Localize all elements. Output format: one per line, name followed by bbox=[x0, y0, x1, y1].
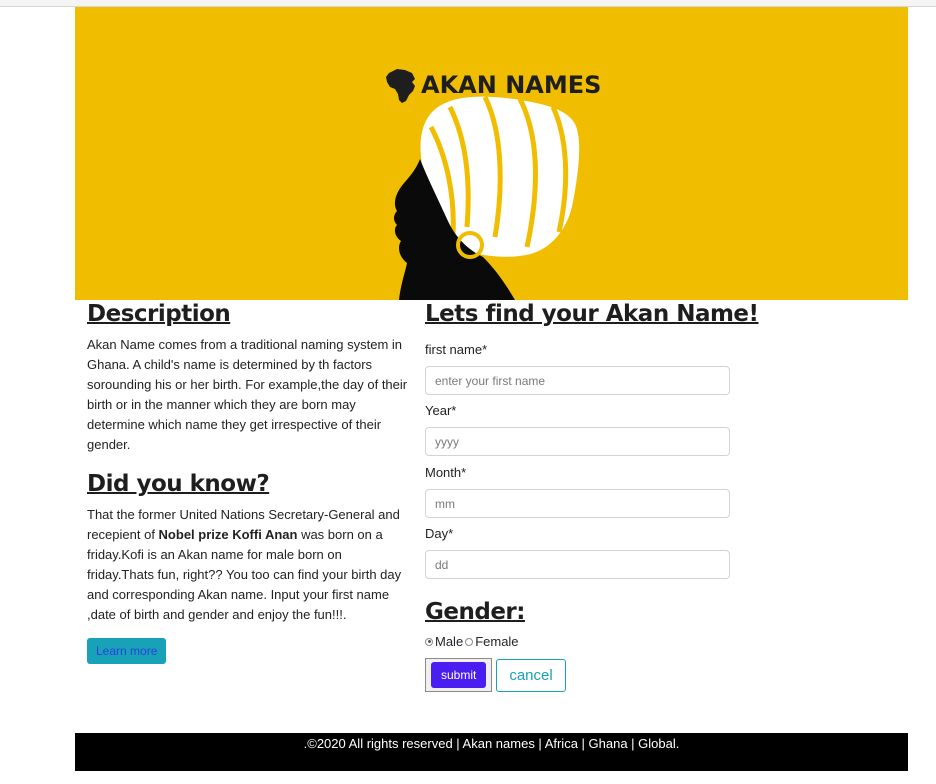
first-name-input[interactable] bbox=[425, 366, 730, 395]
first-name-label: first name* bbox=[425, 342, 488, 357]
did-you-know-text: That the former United Nations Secretary… bbox=[87, 507, 402, 622]
koffi-anan-bold: Nobel prize Koffi Anan bbox=[158, 527, 298, 542]
cancel-button[interactable]: cancel bbox=[496, 658, 566, 692]
gender-heading: Gender: bbox=[425, 599, 525, 625]
day-label: Day* bbox=[425, 526, 454, 541]
submit-input-wrapper: submit bbox=[425, 658, 493, 692]
gender-options: Male Female bbox=[425, 634, 731, 649]
logo-text: AKAN NAMES bbox=[421, 71, 601, 99]
description-heading: Description bbox=[87, 301, 231, 327]
learn-more-button[interactable]: Learn more bbox=[87, 638, 167, 664]
footer-text: .©2020 All rights reserved | Akan names … bbox=[303, 736, 680, 751]
month-label: Month* bbox=[425, 465, 467, 480]
did-you-know-heading: Did you know? bbox=[87, 471, 270, 497]
akan-name-form: Lets find your Akan Name! first name* Ye… bbox=[425, 300, 759, 692]
browser-top-edge bbox=[0, 0, 936, 7]
female-label: Female bbox=[475, 634, 519, 649]
male-radio[interactable] bbox=[425, 637, 433, 646]
year-input[interactable] bbox=[425, 427, 730, 456]
africa-map-icon bbox=[386, 69, 415, 103]
male-label: Male bbox=[435, 634, 464, 649]
woman-silhouette-illustration bbox=[394, 90, 586, 300]
banner-illustration: AKAN NAMES bbox=[386, 69, 601, 300]
description-text: Akan Name comes from a traditional namin… bbox=[87, 337, 408, 452]
hero-banner: AKAN NAMES bbox=[75, 7, 908, 300]
month-input[interactable] bbox=[425, 489, 730, 518]
left-column: Description Akan Name comes from a tradi… bbox=[87, 300, 412, 664]
female-radio[interactable] bbox=[465, 637, 474, 646]
day-input[interactable] bbox=[425, 550, 730, 579]
year-label: Year* bbox=[425, 403, 457, 418]
form-heading: Lets find your Akan Name! bbox=[425, 301, 759, 327]
footer: .©2020 All rights reserved | Akan names … bbox=[75, 733, 908, 771]
submit-button[interactable]: submit bbox=[431, 662, 487, 688]
